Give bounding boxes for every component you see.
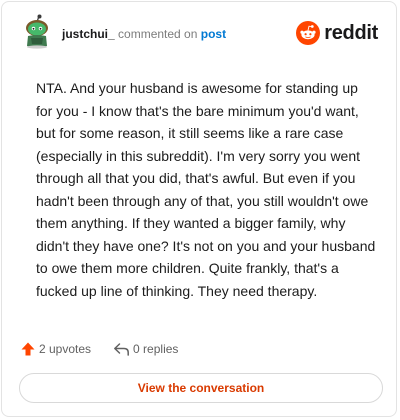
reply-button[interactable]: 0 replies xyxy=(113,342,178,357)
reddit-logo-icon xyxy=(296,21,321,45)
reply-count: 0 replies xyxy=(133,342,179,356)
avatar-snoo-icon xyxy=(26,14,48,49)
avatar[interactable] xyxy=(22,14,54,50)
comment-card: justchui_ commented on post reddit NTA. … xyxy=(1,1,397,417)
view-conversation-button[interactable]: View the conversation xyxy=(19,373,383,403)
comment-footer: 2 upvotes 0 replies xyxy=(20,339,178,359)
upvote-count: 2 upvotes xyxy=(39,342,92,356)
username[interactable]: justchui_ xyxy=(62,27,115,41)
post-link[interactable]: post xyxy=(201,27,226,41)
reddit-logo[interactable]: reddit xyxy=(296,20,378,46)
comment-body: NTA. And your husband is awesome for sta… xyxy=(36,80,376,299)
comment-header: justchui_ commented on post reddit xyxy=(20,14,378,54)
comment-action: commented on xyxy=(118,27,198,41)
reddit-wordmark: reddit xyxy=(324,21,378,44)
upvote-button[interactable]: 2 upvotes xyxy=(20,341,91,357)
comment-meta: justchui_ commented on post xyxy=(62,27,226,41)
reply-arrow-icon xyxy=(114,342,129,356)
upvote-arrow-icon xyxy=(21,342,35,356)
